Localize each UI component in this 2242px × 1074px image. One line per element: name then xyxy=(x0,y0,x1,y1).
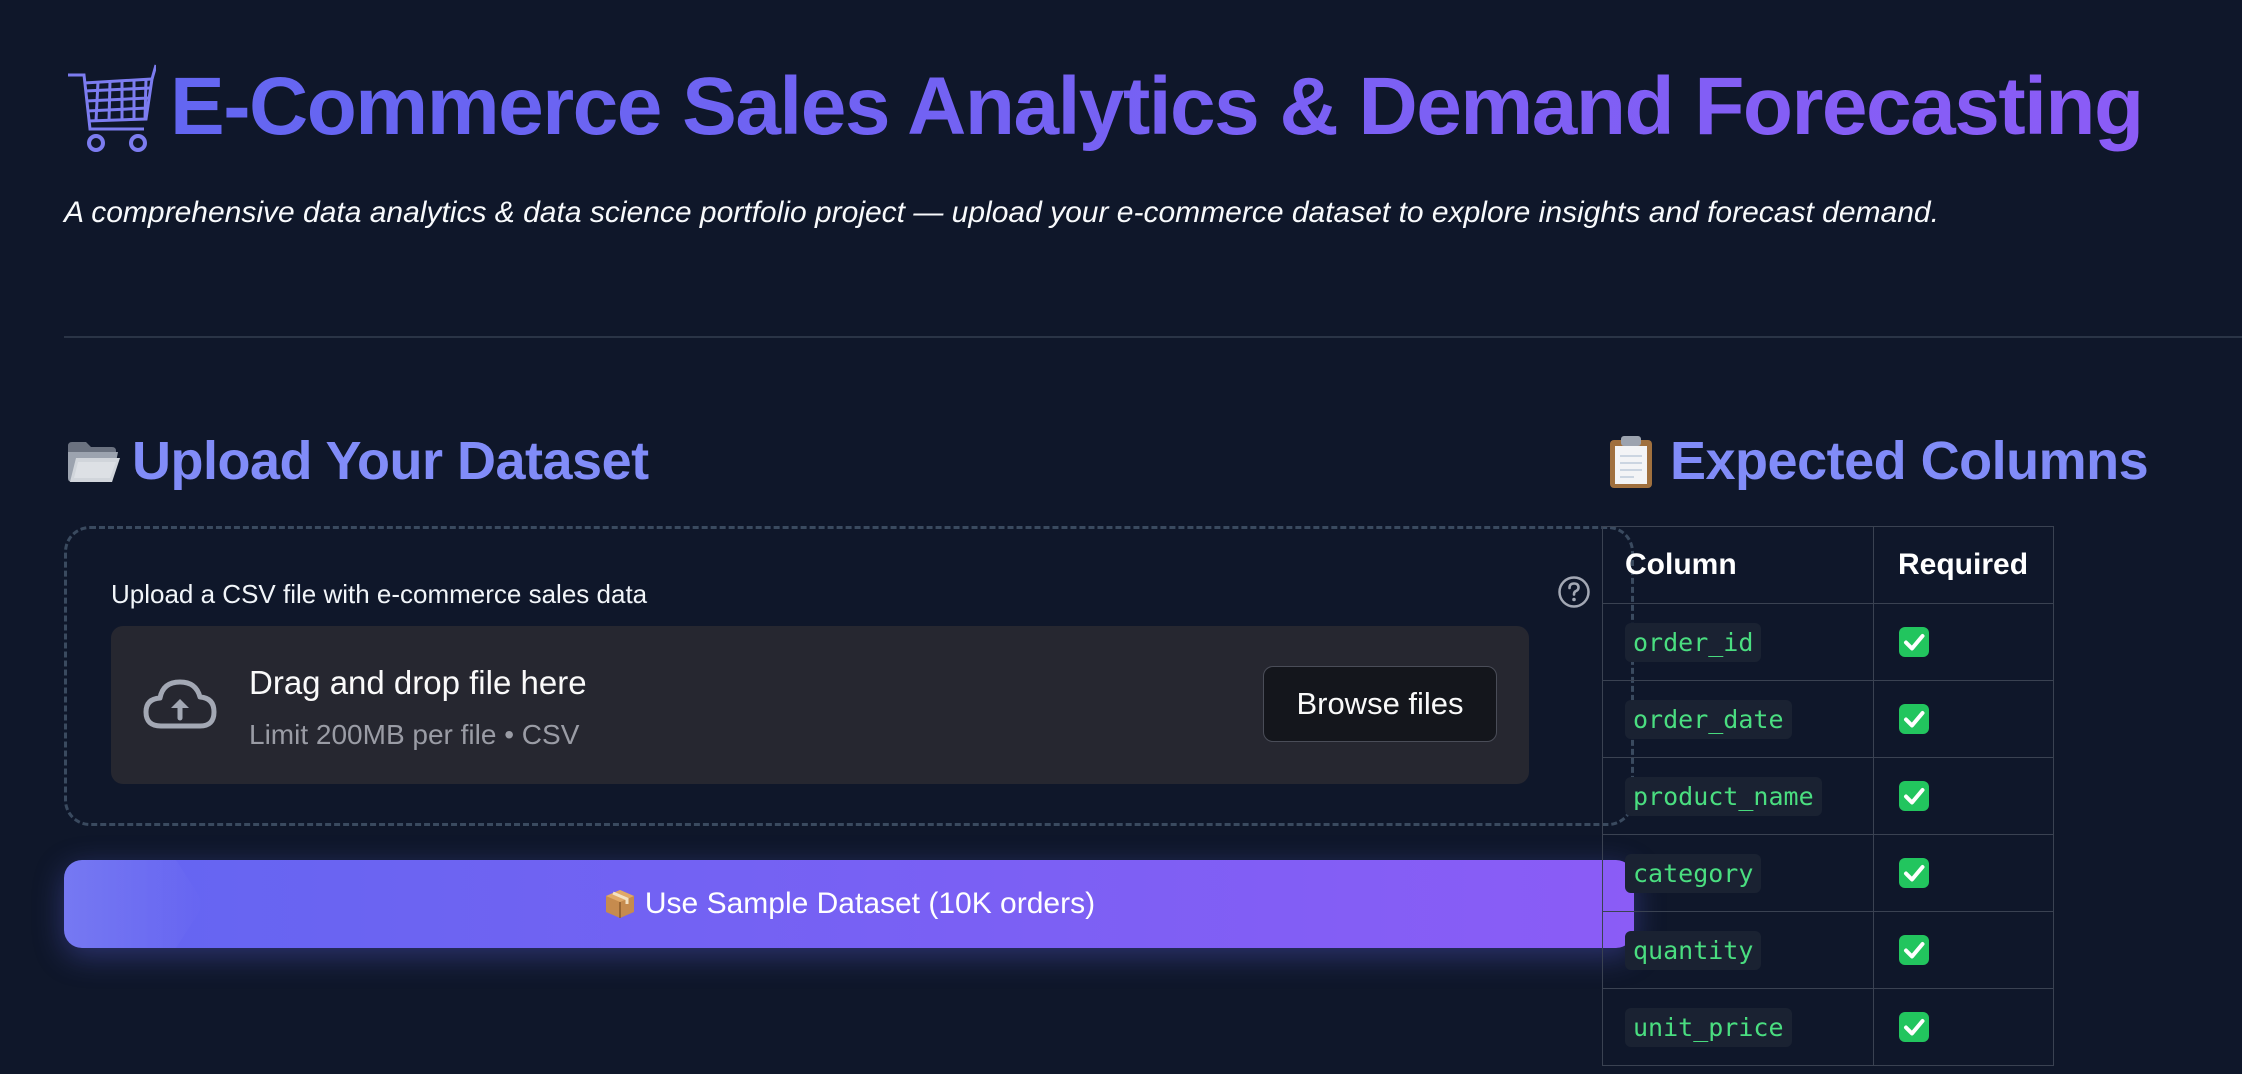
table-row: category xyxy=(1602,834,2054,912)
required-cell xyxy=(1873,988,2054,1066)
folder-icon xyxy=(68,442,120,482)
check-icon xyxy=(1899,704,1929,734)
required-header: Required xyxy=(1873,526,2054,604)
column-name-cell: category xyxy=(1602,834,1874,912)
column-name-cell: product_name xyxy=(1602,757,1874,835)
help-icon[interactable] xyxy=(1557,575,1591,609)
column-name-cell: quantity xyxy=(1602,911,1874,989)
column-name-code: unit_price xyxy=(1625,1007,1792,1047)
main-content: E-Commerce Sales Analytics & Demand Fore… xyxy=(64,0,2242,1074)
column-name-cell: order_id xyxy=(1602,603,1874,681)
check-icon xyxy=(1899,781,1929,811)
column-name-code: order_date xyxy=(1625,699,1792,739)
table-row: quantity xyxy=(1602,911,2054,989)
expected-columns-table: Column Required order_id order_dateproduc… xyxy=(1602,526,2054,1066)
expected-columns-title: Expected Columns xyxy=(1602,426,2149,496)
page-header: E-Commerce Sales Analytics & Demand Fore… xyxy=(64,52,2144,162)
check-icon xyxy=(1899,1012,1929,1042)
use-sample-dataset-button[interactable]: Use Sample Dataset (10K orders) xyxy=(64,860,1634,948)
column-header: Column xyxy=(1602,526,1874,604)
expected-columns-heading: Expected Columns xyxy=(1670,431,2149,491)
drop-instruction: Drag and drop file here xyxy=(249,664,587,701)
upload-section-heading: Upload Your Dataset xyxy=(132,431,649,491)
column-name-code: quantity xyxy=(1625,930,1762,970)
browse-files-button[interactable]: Browse files xyxy=(1263,666,1497,742)
file-dropzone[interactable]: Drag and drop file here Limit 200MB per … xyxy=(111,626,1529,784)
required-cell xyxy=(1873,911,2054,989)
table-row: order_id xyxy=(1602,603,2054,681)
required-cell xyxy=(1873,757,2054,835)
check-icon xyxy=(1899,935,1929,965)
required-cell xyxy=(1873,680,2054,758)
column-name-code: product_name xyxy=(1625,776,1822,816)
column-name-cell: unit_price xyxy=(1602,988,1874,1066)
file-uploader: Upload a CSV file with e-commerce sales … xyxy=(64,526,1634,826)
column-name-code: category xyxy=(1625,853,1762,893)
table-header-row: Column Required xyxy=(1602,526,2054,604)
check-icon xyxy=(1899,858,1929,888)
app-title: E-Commerce Sales Analytics & Demand Fore… xyxy=(170,61,2144,152)
check-icon xyxy=(1899,627,1929,657)
clipboard-icon xyxy=(1610,436,1652,488)
table-body: order_id order_date product_name category qu… xyxy=(1602,603,2054,1066)
button-highlight xyxy=(64,860,204,948)
table-row: product_name xyxy=(1602,757,2054,835)
upload-section-title: Upload Your Dataset xyxy=(64,426,649,496)
app-subtitle: A comprehensive data analytics & data sc… xyxy=(64,196,1939,229)
required-cell xyxy=(1873,834,2054,912)
table-row: unit_price xyxy=(1602,988,2054,1066)
file-limit-text: Limit 200MB per file • CSV xyxy=(249,719,580,750)
package-icon xyxy=(605,890,634,918)
table-row: order_date xyxy=(1602,680,2054,758)
column-name-code: order_id xyxy=(1625,622,1762,662)
uploader-label: Upload a CSV file with e-commerce sales … xyxy=(111,579,648,609)
column-name-cell: order_date xyxy=(1602,680,1874,758)
shopping-cart-icon xyxy=(68,64,156,152)
header-divider xyxy=(64,336,2242,338)
sample-button-label: Use Sample Dataset (10K orders) xyxy=(644,887,1096,920)
cloud-upload-icon xyxy=(143,679,217,729)
required-cell xyxy=(1873,603,2054,681)
